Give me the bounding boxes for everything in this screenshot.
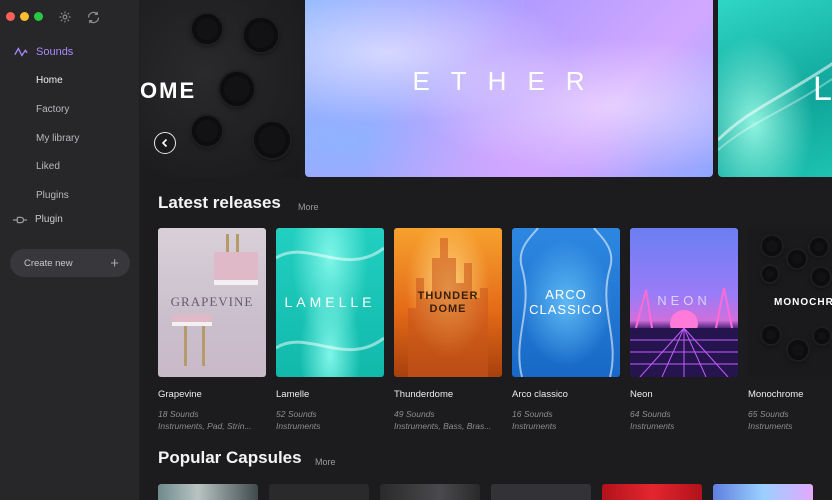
hero-slide-next[interactable]: L [718, 0, 832, 177]
latest-releases-list: GRAPEVINE Grapevine 18 Sounds Instrument… [158, 228, 832, 438]
window-controls [6, 12, 43, 21]
release-card-lamelle[interactable]: LAMELLE Lamelle 52 Sounds Instruments [276, 228, 384, 432]
release-sound-count: 49 Sounds [394, 409, 435, 419]
release-name: Monochrome [748, 389, 804, 400]
release-name: Thunderdome [394, 389, 454, 400]
release-artwork: ARCO CLASSICO [512, 228, 620, 377]
release-card-neon[interactable]: NEON Neon 64 Sounds Instruments [630, 228, 738, 432]
sidebar-item-home[interactable]: Home [36, 75, 63, 86]
create-new-label: Create new [24, 257, 73, 269]
hero-carousel: OME ETHER L [140, 0, 832, 178]
release-name: Lamelle [276, 389, 310, 400]
hero-slide-ether[interactable]: ETHER [305, 0, 713, 177]
capsule-card[interactable] [158, 484, 258, 500]
release-card-grapevine[interactable]: GRAPEVINE Grapevine 18 Sounds Instrument… [158, 228, 266, 432]
release-name: Arco classico [512, 389, 568, 400]
release-artwork: THUNDER DOME [394, 228, 502, 377]
release-card-arco-classico[interactable]: ARCO CLASSICO Arco classico 16 Sounds In… [512, 228, 620, 432]
popular-capsules-more-link[interactable]: More [315, 457, 336, 467]
latest-releases-title: Latest releases [158, 193, 281, 212]
capsule-card[interactable] [713, 484, 813, 500]
gear-icon[interactable] [57, 9, 73, 25]
release-artwork-title: ARCO CLASSICO [529, 287, 603, 317]
sounds-section-label: Sounds [36, 46, 74, 58]
sidebar-item-liked[interactable]: Liked [36, 161, 60, 172]
release-artwork: LAMELLE [276, 228, 384, 377]
release-artwork: NEON [630, 228, 738, 377]
main-content: OME ETHER L Latest releases More GRAPEVI… [140, 0, 832, 500]
release-artwork-title: LAMELLE [284, 293, 376, 310]
release-tags: Instruments [512, 421, 557, 431]
capsule-card[interactable] [491, 484, 591, 500]
chevron-left-icon [161, 138, 168, 148]
release-sound-count: 64 Sounds [630, 409, 671, 419]
release-card-monochrome[interactable]: MONOCHROM Monochrome 65 Sounds Instrumen… [748, 228, 832, 432]
sidebar-item-factory[interactable]: Factory [36, 104, 69, 115]
release-artwork-title: GRAPEVINE [170, 294, 254, 310]
capsule-card[interactable] [269, 484, 369, 500]
sounds-section[interactable]: Sounds [14, 46, 73, 58]
sidebar: Sounds Home Factory My library Liked Plu… [0, 0, 140, 500]
release-name: Grapevine [158, 389, 202, 400]
capsule-card[interactable] [602, 484, 702, 500]
sidebar-item-my-library[interactable]: My library [36, 133, 79, 144]
create-new-button[interactable]: Create new + [10, 249, 130, 277]
release-tags: Instruments, Bass, Bras... [394, 421, 492, 431]
plug-icon [12, 216, 28, 223]
release-sound-count: 18 Sounds [158, 409, 199, 419]
release-artwork: MONOCHROM [748, 228, 832, 377]
release-tags: Instruments [748, 421, 793, 431]
release-card-thunderdome[interactable]: THUNDER DOME Thunderdome 49 Sounds Instr… [394, 228, 502, 432]
release-sound-count: 52 Sounds [276, 409, 317, 419]
capsule-card[interactable] [380, 484, 480, 500]
release-name: Neon [630, 389, 653, 400]
release-tags: Instruments [276, 421, 321, 431]
popular-capsules-title: Popular Capsules [158, 448, 302, 467]
release-artwork-title: MONOCHROM [774, 297, 832, 308]
waveform-icon [14, 47, 28, 57]
release-sound-count: 16 Sounds [512, 409, 553, 419]
sidebar-item-plugins[interactable]: Plugins [36, 190, 69, 201]
popular-capsules-list [158, 484, 832, 500]
maximize-window-button[interactable] [34, 12, 43, 21]
close-window-button[interactable] [6, 12, 15, 21]
release-artwork-title: NEON [657, 293, 711, 309]
hero-slide-next-title: L [813, 70, 832, 108]
latest-releases-more-link[interactable]: More [298, 202, 319, 212]
release-artwork: GRAPEVINE [158, 228, 266, 377]
hero-slide-title: ETHER [412, 66, 606, 96]
release-tags: Instruments [630, 421, 675, 431]
release-artwork-title: THUNDER DOME [417, 290, 479, 315]
release-tags: Instruments, Pad, Strin... [158, 421, 252, 431]
plugin-section[interactable]: Plugin [12, 214, 63, 225]
release-sound-count: 65 Sounds [748, 409, 789, 419]
plugin-section-label: Plugin [35, 214, 63, 225]
plus-icon: + [110, 254, 119, 272]
hero-slide-previous-title: OME [140, 78, 197, 103]
carousel-prev-button[interactable] [154, 132, 176, 154]
sync-icon[interactable] [85, 9, 101, 25]
minimize-window-button[interactable] [20, 12, 29, 21]
